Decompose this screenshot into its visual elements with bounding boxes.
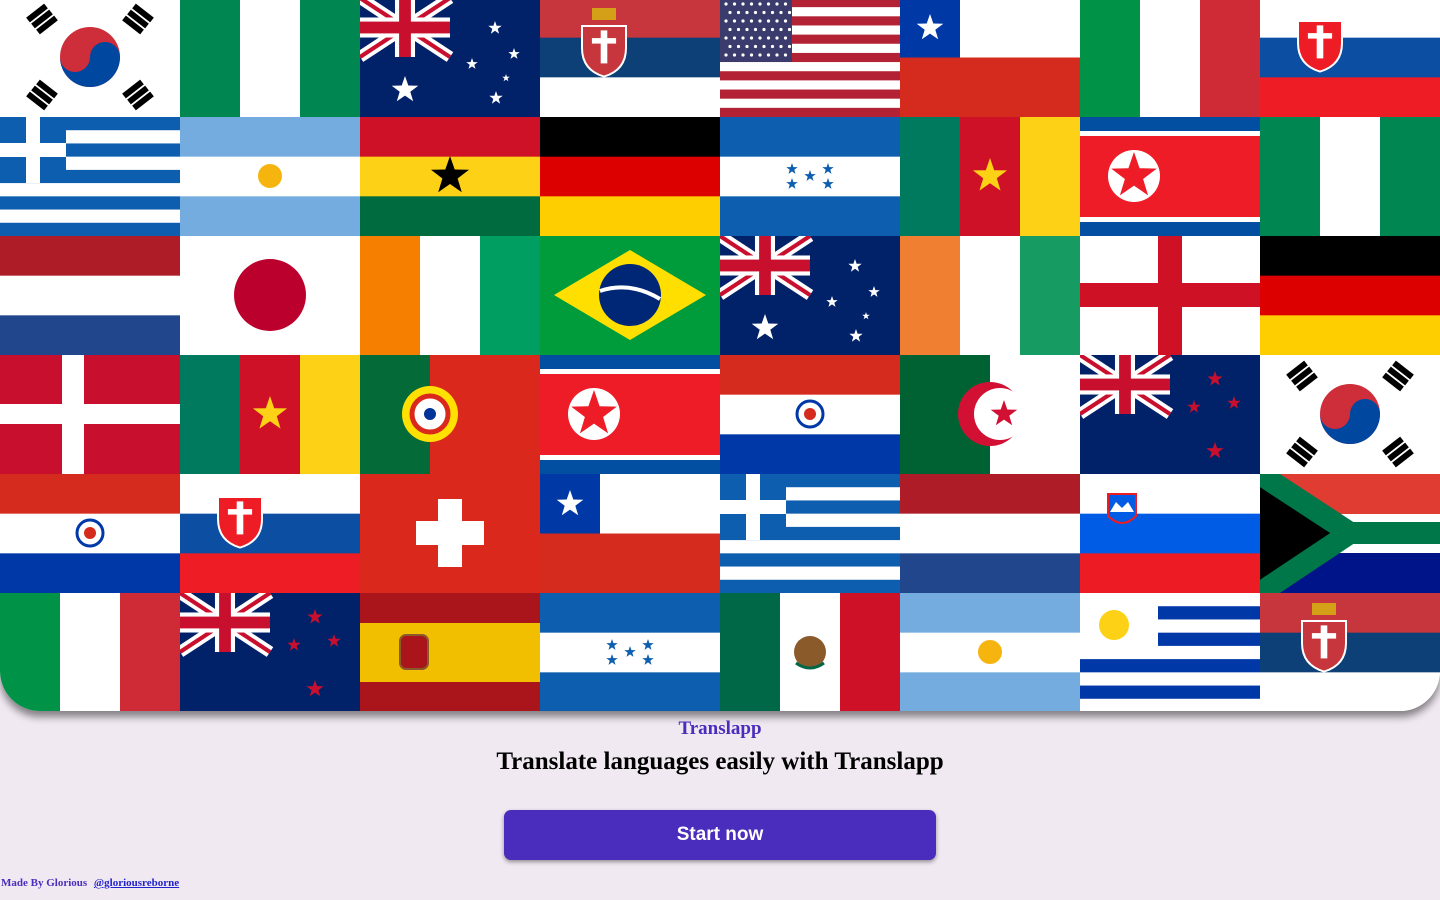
greece-flag [720,474,900,593]
serbia-flag [540,0,720,117]
footer-credit: Made By Glorious @gloriousreborne [1,877,179,889]
spain-flag [360,593,540,711]
nigeria-flag [1260,117,1440,236]
north-korea-flag [1080,117,1260,236]
paraguay-flag [0,474,180,593]
argentina-flag [900,593,1080,711]
australia-flag [720,236,900,355]
germany-flag [540,117,720,236]
ivory-coast-flag [360,236,540,355]
germany-flag [1260,236,1440,355]
italy-flag [0,593,180,711]
greece-flag [0,117,180,236]
japan-flag [180,236,360,355]
netherlands-flag [900,474,1080,593]
new-zealand-flag [1080,355,1260,474]
author-handle-link[interactable]: @gloriousreborne [94,877,179,889]
mexico-flag [720,593,900,711]
denmark-flag [0,355,180,474]
paraguay-flag [720,355,900,474]
slovenia-flag [1080,474,1260,593]
cameroon-flag [900,117,1080,236]
netherlands-flag [0,236,180,355]
usa-flag [720,0,900,117]
cameroon-flag [180,355,360,474]
south-africa-flag [1260,474,1440,593]
south-korea-flag [0,0,180,117]
slovakia-flag [1260,0,1440,117]
switzerland-flag [360,474,540,593]
brazil-flag [540,236,720,355]
argentina-flag [180,117,360,236]
tagline: Translate languages easily with Translap… [496,748,944,775]
north-korea-flag [540,355,720,474]
portugal-flag [360,355,540,474]
ghana-flag [360,117,540,236]
ireland-flag [900,236,1080,355]
serbia-flag [1260,593,1440,711]
england-flag [1080,236,1260,355]
chile-flag [900,0,1080,117]
flag-mosaic [0,0,1440,711]
slovakia-flag [180,474,360,593]
app-name: Translapp [678,718,762,739]
chile-flag [540,474,720,593]
nigeria-flag [180,0,360,117]
south-korea-flag [1260,355,1440,474]
uruguay-flag [1080,593,1260,711]
algeria-flag [900,355,1080,474]
start-now-button[interactable]: Start now [504,810,936,860]
honduras-flag [540,593,720,711]
australia-flag [360,0,540,117]
honduras-flag [720,117,900,236]
new-zealand-flag [180,593,360,711]
credit-text: Made By Glorious [1,877,88,889]
italy-flag [1080,0,1260,117]
